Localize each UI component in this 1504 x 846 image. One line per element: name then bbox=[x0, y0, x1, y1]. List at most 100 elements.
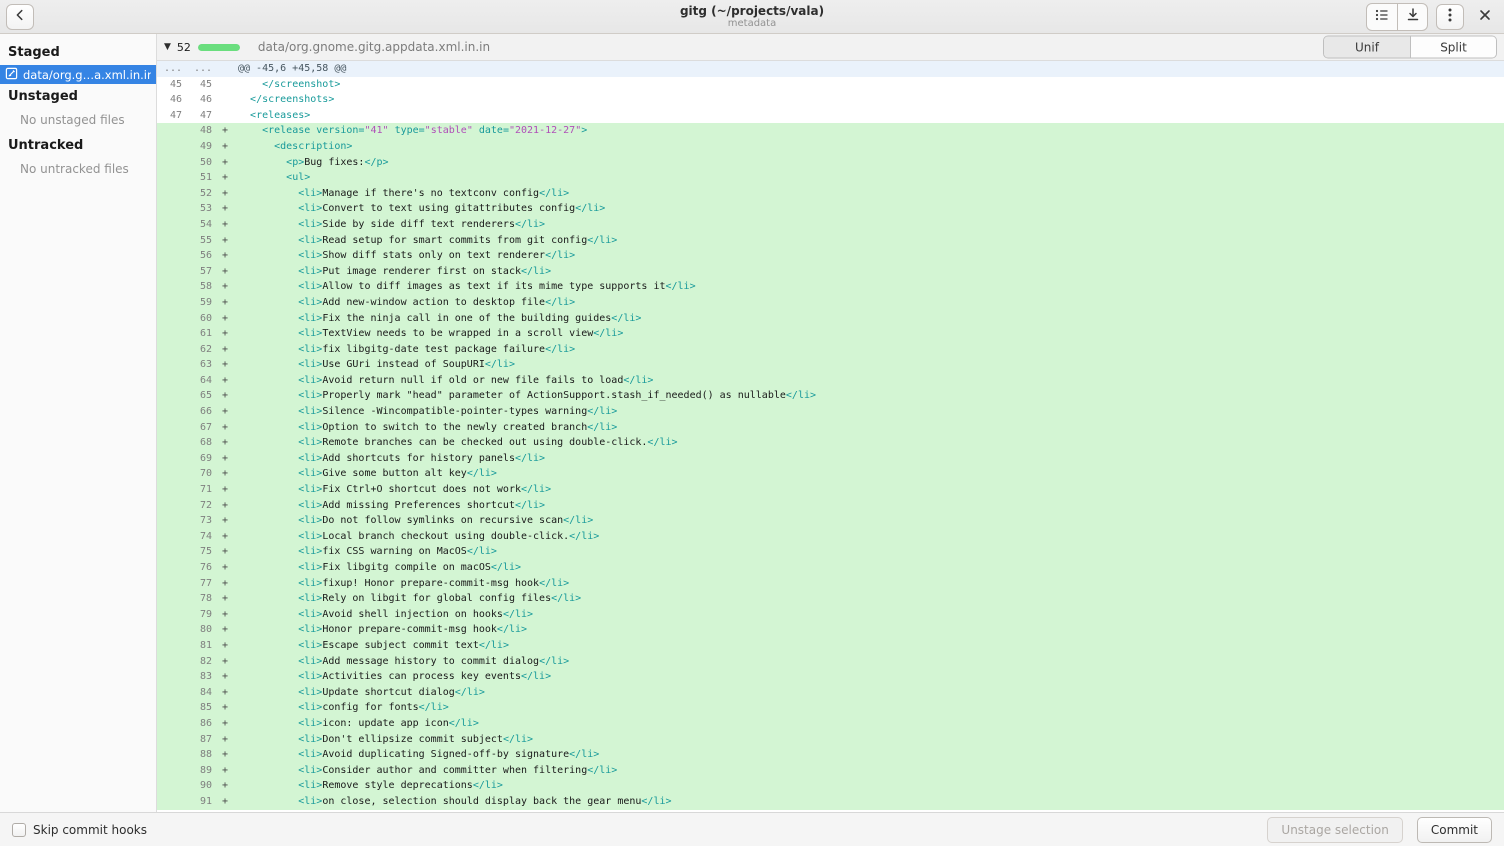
download-button[interactable] bbox=[1397, 4, 1427, 30]
old-line-number bbox=[157, 685, 187, 701]
menu-button[interactable] bbox=[1436, 4, 1464, 30]
diff-line-text: <li>icon: update app icon</li> bbox=[233, 716, 1504, 732]
new-line-number: 67 bbox=[187, 420, 217, 436]
old-line-number bbox=[157, 763, 187, 779]
untracked-empty-note: No untracked files bbox=[0, 158, 156, 182]
old-line-number bbox=[157, 295, 187, 311]
diff-line[interactable]: 4747 <releases> bbox=[157, 108, 1504, 124]
diff-line[interactable]: 67+ <li>Option to switch to the newly cr… bbox=[157, 420, 1504, 436]
diff-marker: + bbox=[217, 529, 233, 545]
diff-marker: + bbox=[217, 420, 233, 436]
diff-line[interactable]: 85+ <li>config for fonts</li> bbox=[157, 700, 1504, 716]
old-line-number bbox=[157, 155, 187, 171]
checkbox-box[interactable] bbox=[12, 823, 26, 837]
unstage-selection-button[interactable]: Unstage selection bbox=[1267, 817, 1402, 843]
diff-line[interactable]: 77+ <li>fixup! Honor prepare-commit-msg … bbox=[157, 576, 1504, 592]
diff-hunk-header[interactable]: ......@@ -45,6 +45,58 @@ bbox=[157, 61, 1504, 77]
diff-line[interactable]: 88+ <li>Avoid duplicating Signed-off-by … bbox=[157, 747, 1504, 763]
diff-line[interactable]: 84+ <li>Update shortcut dialog</li> bbox=[157, 685, 1504, 701]
diff-line[interactable]: 4545 </screenshot> bbox=[157, 77, 1504, 93]
old-line-number bbox=[157, 373, 187, 389]
skip-commit-hooks-checkbox[interactable]: Skip commit hooks bbox=[12, 823, 147, 837]
diff-line[interactable]: 75+ <li>fix CSS warning on MacOS</li> bbox=[157, 544, 1504, 560]
diff-marker: + bbox=[217, 794, 233, 810]
split-mode-toggle[interactable]: Split bbox=[1410, 37, 1496, 58]
back-button[interactable] bbox=[6, 4, 34, 30]
diff-line[interactable]: 70+ <li>Give some button alt key</li> bbox=[157, 466, 1504, 482]
diff-line[interactable]: 76+ <li>Fix libgitg compile on macOS</li… bbox=[157, 560, 1504, 576]
diff-marker: + bbox=[217, 373, 233, 389]
diff-line[interactable]: 83+ <li>Activities can process key event… bbox=[157, 669, 1504, 685]
unified-mode-toggle[interactable]: Unif bbox=[1324, 37, 1410, 58]
kebab-menu-icon bbox=[1448, 7, 1452, 26]
download-icon bbox=[1405, 7, 1421, 26]
diff-line[interactable]: 61+ <li>TextView needs to be wrapped in … bbox=[157, 326, 1504, 342]
diff-marker: + bbox=[217, 295, 233, 311]
diff-line[interactable]: 90+ <li>Remove style deprecations</li> bbox=[157, 778, 1504, 794]
diff-marker: + bbox=[217, 451, 233, 467]
new-line-number: 76 bbox=[187, 560, 217, 576]
diff-line[interactable]: 87+ <li>Don't ellipsize commit subject</… bbox=[157, 732, 1504, 748]
diff-line[interactable]: 69+ <li>Add shortcuts for history panels… bbox=[157, 451, 1504, 467]
new-line-number: 75 bbox=[187, 544, 217, 560]
diff-marker: + bbox=[217, 233, 233, 249]
diff-line-text: <ul> bbox=[233, 170, 1504, 186]
new-line-number: 81 bbox=[187, 638, 217, 654]
diff-line[interactable]: 80+ <li>Honor prepare-commit-msg hook</l… bbox=[157, 622, 1504, 638]
diff-line[interactable]: 54+ <li>Side by side diff text renderers… bbox=[157, 217, 1504, 233]
diff-marker: + bbox=[217, 513, 233, 529]
diff-line[interactable]: 65+ <li>Properly mark "head" parameter o… bbox=[157, 388, 1504, 404]
old-line-number: 45 bbox=[157, 77, 187, 93]
diff-line[interactable]: 49+ <description> bbox=[157, 139, 1504, 155]
unstaged-empty-note: No unstaged files bbox=[0, 109, 156, 133]
old-line-number bbox=[157, 248, 187, 264]
diff-line[interactable]: 79+ <li>Avoid shell injection on hooks</… bbox=[157, 607, 1504, 623]
new-line-number: 91 bbox=[187, 794, 217, 810]
staged-section-header: Staged bbox=[0, 40, 156, 65]
close-button[interactable] bbox=[1472, 4, 1498, 30]
diff-line[interactable]: 89+ <li>Consider author and committer wh… bbox=[157, 763, 1504, 779]
old-line-number bbox=[157, 576, 187, 592]
diff-line[interactable]: 52+ <li>Manage if there's no textconv co… bbox=[157, 186, 1504, 202]
diff-line[interactable]: 82+ <li>Add message history to commit di… bbox=[157, 654, 1504, 670]
diff-line[interactable]: 74+ <li>Local branch checkout using doub… bbox=[157, 529, 1504, 545]
diff-line[interactable]: 60+ <li>Fix the ninja call in one of the… bbox=[157, 311, 1504, 327]
diff-line[interactable]: 57+ <li>Put image renderer first on stac… bbox=[157, 264, 1504, 280]
expander-arrow-icon[interactable]: ▼ bbox=[164, 42, 171, 52]
diff-line-text: <li>Fix the ninja call in one of the bui… bbox=[233, 311, 1504, 327]
diff-line[interactable]: 66+ <li>Silence -Wincompatible-pointer-t… bbox=[157, 404, 1504, 420]
old-line-number bbox=[157, 279, 187, 295]
unstaged-section-header: Unstaged bbox=[0, 84, 156, 109]
diff-line[interactable]: 68+ <li>Remote branches can be checked o… bbox=[157, 435, 1504, 451]
diff-line[interactable]: 4646 </screenshots> bbox=[157, 92, 1504, 108]
diff-line[interactable]: 71+ <li>Fix Ctrl+O shortcut does not wor… bbox=[157, 482, 1504, 498]
new-line-number: 48 bbox=[187, 123, 217, 139]
diff-line[interactable]: 48+ <release version="41" type="stable" … bbox=[157, 123, 1504, 139]
diff-line[interactable]: 81+ <li>Escape subject commit text</li> bbox=[157, 638, 1504, 654]
list-view-button[interactable] bbox=[1367, 4, 1397, 30]
commit-button[interactable]: Commit bbox=[1417, 817, 1492, 843]
new-line-number: 87 bbox=[187, 732, 217, 748]
diff-line[interactable]: 78+ <li>Rely on libgit for global config… bbox=[157, 591, 1504, 607]
diff-line[interactable]: 86+ <li>icon: update app icon</li> bbox=[157, 716, 1504, 732]
diff-line[interactable]: 51+ <ul> bbox=[157, 170, 1504, 186]
diff-line-text: <li>Update shortcut dialog</li> bbox=[233, 685, 1504, 701]
diff-line[interactable]: 59+ <li>Add new-window action to desktop… bbox=[157, 295, 1504, 311]
diff-line[interactable]: 73+ <li>Do not follow symlinks on recurs… bbox=[157, 513, 1504, 529]
diff-line[interactable]: 64+ <li>Avoid return null if old or new … bbox=[157, 373, 1504, 389]
diff-line[interactable]: 58+ <li>Allow to diff images as text if … bbox=[157, 279, 1504, 295]
diff-line[interactable]: 56+ <li>Show diff stats only on text ren… bbox=[157, 248, 1504, 264]
diff-line[interactable]: 55+ <li>Read setup for smart commits fro… bbox=[157, 233, 1504, 249]
diff-line[interactable]: 62+ <li>fix libgitg-date test package fa… bbox=[157, 342, 1504, 358]
diff-line[interactable]: 53+ <li>Convert to text using gitattribu… bbox=[157, 201, 1504, 217]
old-line-number bbox=[157, 404, 187, 420]
diff-line[interactable]: 50+ <p>Bug fixes:</p> bbox=[157, 155, 1504, 171]
diff-marker: + bbox=[217, 560, 233, 576]
new-line-number: 74 bbox=[187, 529, 217, 545]
staged-file-item[interactable]: data/org.g…a.xml.in.in bbox=[0, 65, 156, 84]
diff-line[interactable]: 91+ <li>on close, selection should displ… bbox=[157, 794, 1504, 810]
old-line-number bbox=[157, 794, 187, 810]
diff-line[interactable]: 72+ <li>Add missing Preferences shortcut… bbox=[157, 498, 1504, 514]
diff-line[interactable]: 63+ <li>Use GUri instead of SoupURI</li> bbox=[157, 357, 1504, 373]
new-line-number: 58 bbox=[187, 279, 217, 295]
